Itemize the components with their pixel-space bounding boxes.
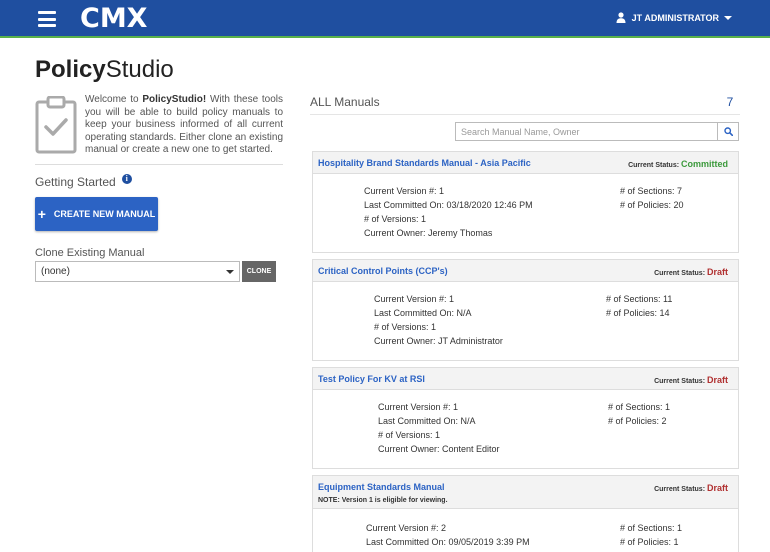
cmx-logo[interactable]: CMX	[80, 4, 148, 34]
chevron-down-icon	[724, 15, 732, 20]
user-icon	[616, 12, 626, 23]
plus-icon: +	[37, 206, 46, 222]
manual-title-link[interactable]: Test Policy For KV at RSI	[318, 374, 425, 384]
policy-count: # of Policies: 20	[620, 200, 684, 210]
current-version: Current Version #: 1	[374, 294, 455, 304]
status-badge: Current Status: Draft	[654, 375, 728, 385]
search-icon	[723, 127, 733, 136]
policy-count: # of Policies: 2	[608, 416, 667, 426]
last-committed: Last Committed On: 09/05/2019 3:39 PM	[366, 537, 530, 547]
top-navigation-bar: CMX JT ADMINISTRATOR	[0, 0, 770, 38]
chevron-down-icon	[226, 270, 234, 274]
divider	[310, 114, 740, 115]
clipboard-check-icon	[35, 96, 77, 154]
clone-manual-select[interactable]: (none)	[35, 261, 240, 282]
clone-label: Clone Existing Manual	[35, 247, 145, 259]
last-committed: Last Committed On: 03/18/2020 12:46 PM	[364, 200, 533, 210]
user-name: JT ADMINISTRATOR	[631, 12, 719, 23]
manual-card-header: Critical Control Points (CCP's) Current …	[313, 260, 738, 282]
last-committed: Last Committed On: N/A	[378, 416, 476, 426]
intro-text: Welcome to PolicyStudio! With these tool…	[85, 94, 284, 155]
status-badge: Current Status: Draft	[654, 483, 728, 493]
intro-panel: Welcome to PolicyStudio! With these tool…	[35, 94, 283, 156]
divider	[35, 164, 283, 165]
create-new-manual-button[interactable]: + CREATE NEW MANUAL	[35, 197, 158, 231]
manual-card: Hospitality Brand Standards Manual - Asi…	[312, 151, 739, 253]
manual-title-link[interactable]: Critical Control Points (CCP's)	[318, 266, 448, 276]
section-count: # of Sections: 1	[608, 402, 671, 412]
manual-title-link[interactable]: Hospitality Brand Standards Manual - Asi…	[318, 158, 531, 168]
manual-title-link[interactable]: Equipment Standards Manual	[318, 482, 445, 492]
clone-button[interactable]: CLONE	[242, 261, 276, 282]
current-version: Current Version #: 2	[366, 523, 447, 533]
section-count: # of Sections: 7	[620, 186, 683, 196]
user-menu[interactable]: JT ADMINISTRATOR	[616, 12, 732, 23]
policy-count: # of Policies: 1	[620, 537, 679, 547]
page-title: PolicyStudio	[35, 56, 174, 83]
section-count: # of Sections: 1	[620, 523, 683, 533]
menu-icon[interactable]	[38, 11, 56, 27]
version-count: # of Versions: 1	[374, 322, 437, 332]
version-note: NOTE: Version 1 is eligible for viewing.	[318, 497, 448, 504]
manuals-heading: ALL Manuals	[310, 95, 380, 109]
manual-card-header: Equipment Standards Manual NOTE: Version…	[313, 476, 738, 509]
status-badge: Current Status: Draft	[654, 267, 728, 277]
current-owner: Current Owner: Content Editor	[378, 444, 500, 454]
manual-card: Critical Control Points (CCP's) Current …	[312, 259, 739, 361]
current-version: Current Version #: 1	[364, 186, 445, 196]
manual-card-header: Test Policy For KV at RSI Current Status…	[313, 368, 738, 390]
manual-card: Test Policy For KV at RSI Current Status…	[312, 367, 739, 469]
current-owner: Current Owner: JT Administrator	[374, 336, 503, 346]
status-badge: Current Status: Committed	[628, 159, 728, 169]
current-version: Current Version #: 1	[378, 402, 459, 412]
last-committed: Last Committed On: N/A	[374, 308, 472, 318]
manual-card-header: Hospitality Brand Standards Manual - Asi…	[313, 152, 738, 174]
version-count: # of Versions: 1	[378, 430, 441, 440]
current-owner: Current Owner: Jeremy Thomas	[364, 228, 493, 238]
search-input[interactable]	[455, 122, 718, 141]
section-count: # of Sections: 11	[606, 294, 673, 304]
search-button[interactable]	[718, 122, 739, 141]
policy-count: # of Policies: 14	[606, 308, 670, 318]
info-icon[interactable]: i	[121, 174, 132, 184]
version-count: # of Versions: 1	[364, 214, 427, 224]
manual-card: Equipment Standards Manual NOTE: Version…	[312, 475, 739, 552]
getting-started-heading: Getting Started i	[35, 174, 132, 189]
manual-count-badge: 7	[726, 95, 734, 109]
